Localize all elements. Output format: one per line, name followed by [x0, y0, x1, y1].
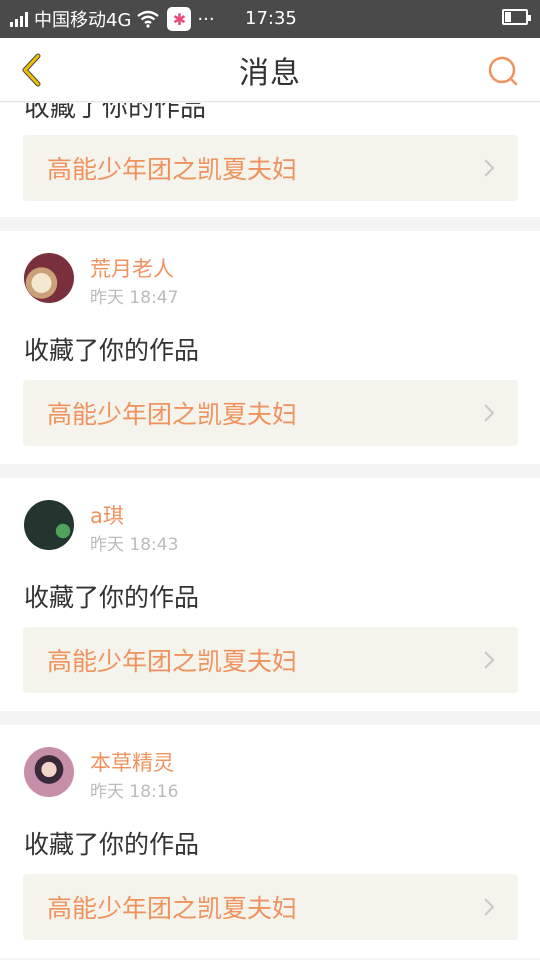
message-card: a琪 昨天 18:43 收藏了你的作品 高能少年团之凯夏夫妇	[0, 478, 540, 711]
work-title: 高能少年团之凯夏夫妇	[47, 400, 298, 429]
work-link[interactable]: 高能少年团之凯夏夫妇	[23, 874, 518, 940]
chevron-right-icon	[484, 898, 495, 916]
signal-icon	[10, 11, 28, 27]
work-link[interactable]: 高能少年团之凯夏夫妇	[23, 135, 518, 201]
search-icon[interactable]	[486, 54, 520, 88]
chevron-right-icon	[484, 651, 495, 669]
nav-bar: 消息	[0, 38, 540, 102]
message-list[interactable]: 收藏了你的作品 高能少年团之凯夏夫妇 荒月老人 昨天 18:47 收藏了你的作品…	[0, 103, 540, 960]
user-row[interactable]: 荒月老人 昨天 18:47	[24, 253, 178, 308]
avatar[interactable]	[24, 253, 74, 303]
more-notifications: ···	[197, 8, 215, 30]
carrier-label: 中国移动4G	[34, 10, 132, 31]
chevron-right-icon	[484, 404, 495, 422]
action-text: 收藏了你的作品	[24, 830, 200, 859]
action-text: 收藏了你的作品	[24, 583, 200, 612]
work-link[interactable]: 高能少年团之凯夏夫妇	[23, 627, 518, 693]
work-title: 高能少年团之凯夏夫妇	[47, 155, 298, 184]
message-card: 本草精灵 昨天 18:16 收藏了你的作品 高能少年团之凯夏夫妇	[0, 725, 540, 958]
user-row[interactable]: a琪 昨天 18:43	[24, 500, 178, 555]
work-title: 高能少年团之凯夏夫妇	[47, 647, 298, 676]
message-time: 昨天 18:43	[90, 535, 179, 555]
user-row[interactable]: 本草精灵 昨天 18:16	[24, 747, 178, 802]
work-title: 高能少年团之凯夏夫妇	[47, 894, 298, 923]
page-title: 消息	[239, 55, 301, 91]
username[interactable]: 荒月老人	[90, 256, 178, 282]
avatar[interactable]	[24, 747, 74, 797]
status-bar: 中国移动4G ✱ ··· 17:35	[0, 0, 540, 38]
username[interactable]: 本草精灵	[90, 750, 178, 776]
action-text: 收藏了你的作品	[24, 103, 207, 123]
message-card: 荒月老人 昨天 18:47 收藏了你的作品 高能少年团之凯夏夫妇	[0, 231, 540, 464]
back-icon[interactable]	[14, 50, 54, 90]
chevron-right-icon	[484, 159, 495, 177]
action-text: 收藏了你的作品	[24, 336, 200, 365]
message-time: 昨天 18:47	[90, 288, 179, 308]
avatar[interactable]	[24, 500, 74, 550]
wifi-icon	[137, 10, 160, 28]
status-time: 17:35	[245, 8, 297, 29]
message-time: 昨天 18:16	[90, 782, 179, 802]
username[interactable]: a琪	[90, 503, 178, 529]
work-link[interactable]: 高能少年团之凯夏夫妇	[23, 380, 518, 446]
battery-icon	[502, 9, 531, 25]
app-notification-icon: ✱	[167, 7, 192, 31]
message-card: 收藏了你的作品 高能少年团之凯夏夫妇	[0, 103, 540, 217]
